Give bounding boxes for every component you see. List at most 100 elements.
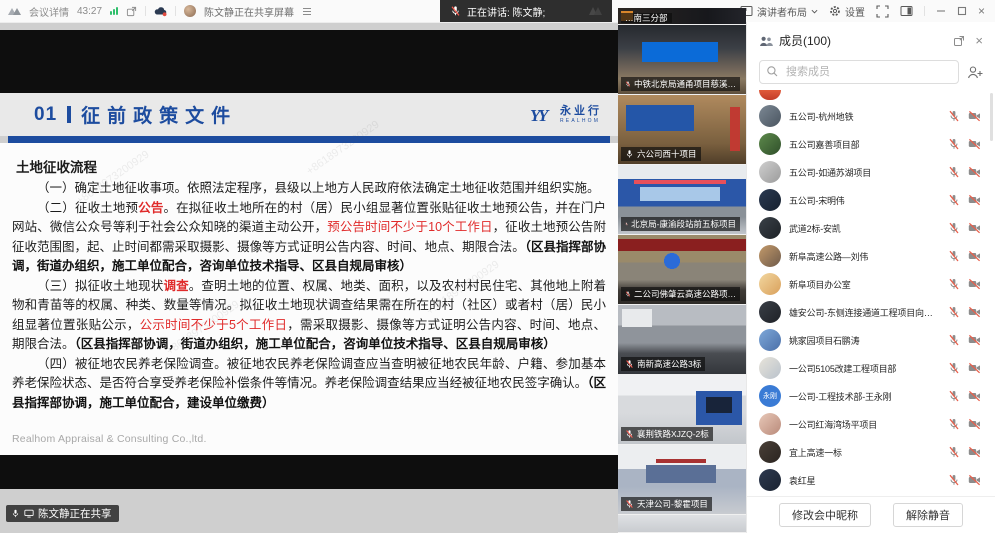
slide-paragraph: （二）征收土地预公告。在拟征收土地所在的村（居）民小组显著位置张贴征收土地预公告…	[12, 199, 606, 277]
rename-button[interactable]: 修改会中昵称	[779, 503, 871, 527]
member-avatar	[759, 105, 781, 127]
member-row[interactable]: 五公司-宋明伟	[747, 186, 995, 214]
member-name: 宜上高速一标	[789, 446, 940, 459]
thumbnail-label: …南三分部	[621, 13, 672, 24]
video-thumbnail[interactable]	[618, 515, 746, 532]
sharing-badge: 陈文静正在共享	[6, 505, 119, 522]
member-name: 五公司嘉善项目部	[789, 138, 940, 151]
member-row[interactable]: 武道2标-安凯	[747, 214, 995, 242]
members-list: 五公司-杭州地铁 五公司嘉善项目部	[747, 89, 995, 496]
members-icon	[759, 35, 773, 47]
settings-button[interactable]: 设置	[829, 4, 865, 19]
camera-off-icon	[968, 306, 981, 318]
slide-section-number: 01	[34, 104, 57, 126]
thumbnail-label-text: 六公司西十项目	[637, 150, 697, 159]
divider	[145, 6, 146, 16]
close-panel-icon[interactable]: ×	[975, 34, 983, 47]
mic-muted-icon	[625, 79, 631, 89]
members-footer: 修改会中昵称解除静音	[747, 496, 995, 533]
thumbnail-label: 天津公司-黎霍项目	[621, 497, 712, 511]
member-row[interactable]: 一公司红海湾场平项目	[747, 410, 995, 438]
member-name: 一公司5105改建工程项目部	[789, 362, 940, 375]
camera-off-icon	[968, 278, 981, 290]
video-thumbnail[interactable]: 中铁北京局通甬项目慈溪…	[618, 25, 746, 94]
title-underline-bar	[8, 136, 610, 143]
video-thumbnail[interactable]: 襄荆铁路XJZQ-2标	[618, 375, 746, 444]
popout-panel-icon[interactable]	[953, 35, 965, 47]
slide-text-segment: 预公告时间不少于10个工作日	[327, 220, 492, 234]
member-name: 姚家园项目石鹏涛	[789, 334, 940, 347]
member-row[interactable]: 宜上高速一标	[747, 438, 995, 466]
thumbnail-strip: …南三分部 中铁北京局通甬项目慈溪… 六公司西十项目	[618, 8, 746, 533]
member-row[interactable]: 袁红星	[747, 466, 995, 494]
slide-title-band: 01 征前政策文件 Y Y 永业行 REALHOM	[0, 93, 618, 136]
close-button[interactable]: ×	[978, 5, 985, 17]
thumbnail-label-text: 天津公司-黎霍项目	[637, 500, 708, 509]
mic-muted-icon	[948, 446, 960, 458]
member-row[interactable]: 新阜项目办公室	[747, 270, 995, 298]
thumbnail-label-text: 南新高速公路3标	[637, 360, 701, 369]
video-thumbnail[interactable]: 南新高速公路3标	[618, 305, 746, 374]
mic-muted-icon	[625, 429, 634, 439]
members-scrollbar[interactable]	[990, 93, 993, 141]
meeting-details-button[interactable]: 会议详情	[29, 4, 69, 19]
maximize-button[interactable]	[957, 6, 967, 16]
member-row[interactable]: 永刚 一公司-工程技术部-王永刚	[747, 382, 995, 410]
speaking-status-text: 正在讲话: 陈文静;	[467, 4, 545, 19]
thumbnail-label: 南新高速公路3标	[621, 357, 705, 371]
title-separator	[67, 106, 71, 123]
member-row[interactable]: 一公司5105改建工程项目部	[747, 354, 995, 382]
realhom-logo: Y Y 永业行 REALHOM	[530, 105, 602, 124]
presenter-sharing-status: 陈文静正在共享屏幕	[204, 4, 294, 19]
slide-text-segment: 公示时间不少于5个工作日	[140, 318, 288, 332]
member-avatar	[759, 217, 781, 239]
video-thumbnail[interactable]: 六公司西十项目	[618, 95, 746, 164]
member-name: 五公司-杭州地铁	[789, 110, 940, 123]
sharing-badge-text: 陈文静正在共享	[38, 506, 112, 521]
unmute-button[interactable]: 解除静音	[893, 503, 963, 527]
mic-muted-icon	[948, 166, 960, 178]
thumbnail-label-text: 二公司佛肇云高速公路项…	[634, 290, 736, 299]
list-menu-icon[interactable]	[302, 7, 312, 16]
member-row[interactable]: 五公司嘉善项目部	[747, 130, 995, 158]
add-member-icon[interactable]	[967, 65, 983, 80]
popout-window-icon[interactable]	[126, 6, 137, 17]
mic-muted-icon	[625, 359, 634, 369]
slide-text-segment: （区县指挥部协调，街道办组织，施工单位配合，咨询单位技术指导、区县自规局审核）	[75, 337, 556, 351]
camera-off-icon	[968, 222, 981, 234]
slide-paragraph: （一）确定土地征收事项。依照法定程序，县级以上地方人民政府依法确定土地征收范围并…	[12, 179, 606, 199]
member-row[interactable]: 五公司-杭州地铁	[747, 102, 995, 130]
video-thumbnail[interactable]: …南三分部	[618, 8, 746, 24]
member-avatar	[759, 329, 781, 351]
thumbnail-label: 二公司佛肇云高速公路项…	[621, 287, 740, 301]
camera-off-icon	[968, 474, 981, 486]
member-row[interactable]: 新阜高速公路—刘伟	[747, 242, 995, 270]
video-thumbnail[interactable]: 二公司佛肇云高速公路项…	[618, 235, 746, 304]
network-signal-icon	[110, 7, 118, 15]
layout-selector[interactable]: 演讲者布局	[740, 4, 818, 19]
member-row[interactable]: 姚家园项目石鹏涛	[747, 326, 995, 354]
thumbnail-label-text: 襄荆铁路XJZQ-2标	[637, 430, 709, 439]
camera-off-icon	[968, 446, 981, 458]
slide-paragraph: （三）拟征收土地现状调查。查明土地的位置、权属、地类、面积，以及农村村民住宅、其…	[12, 277, 606, 355]
search-members-input[interactable]	[759, 60, 959, 84]
side-panel-toggle-icon[interactable]	[900, 5, 913, 17]
mic-muted-icon	[450, 5, 461, 17]
top-bar: 会议详情 43:27 陈文静正在共享屏幕	[0, 0, 995, 23]
member-row[interactable]: 雄安公司-东侧连接通道工程项目向志良	[747, 298, 995, 326]
video-thumbnail[interactable]: 天津公司-黎霍项目	[618, 445, 746, 514]
camera-off-icon	[968, 418, 981, 430]
slide-paragraphs: （一）确定土地征收事项。依照法定程序，县级以上地方人民政府依法确定土地征收范围并…	[12, 179, 606, 413]
cloud-recording-icon[interactable]	[154, 5, 167, 17]
video-thumbnail[interactable]: 北京局-康渝段站前五标项目	[618, 165, 746, 234]
mic-icon	[11, 508, 20, 519]
mic-muted-icon	[948, 138, 960, 150]
minimize-button[interactable]	[936, 6, 946, 16]
member-avatar	[759, 413, 781, 435]
thumbnail-label-text: 中铁北京局通甬项目慈溪…	[634, 80, 736, 89]
slide-letterbox-bottom	[0, 455, 618, 489]
slide-title: 征前政策文件	[81, 101, 237, 128]
camera-off-icon	[968, 362, 981, 374]
member-row[interactable]: 五公司-如通苏湖项目	[747, 158, 995, 186]
fullscreen-icon[interactable]	[876, 5, 889, 18]
